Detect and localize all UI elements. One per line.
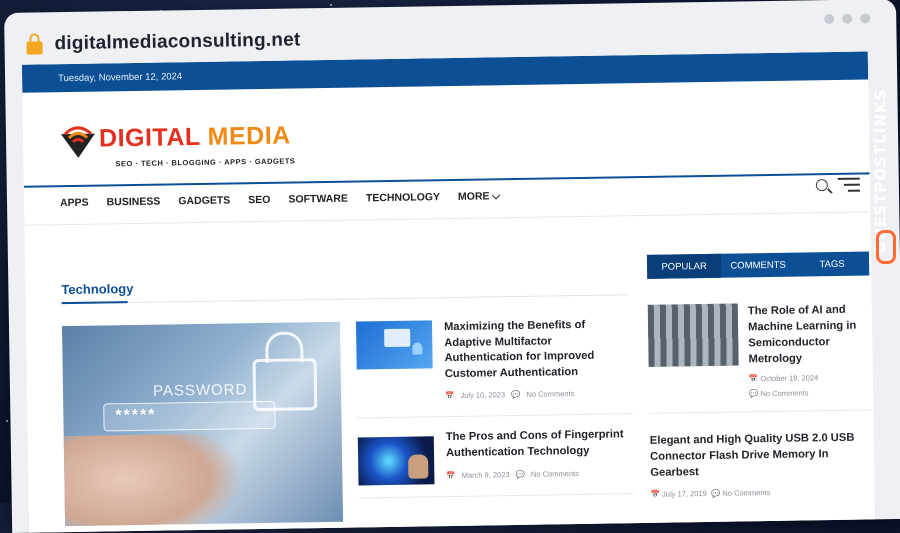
comment-icon: 💬 xyxy=(515,469,526,480)
calendar-icon: 📅 xyxy=(650,489,661,499)
article-title[interactable]: Maximizing the Benefits of Adaptive Mult… xyxy=(444,317,633,382)
sidebar-post-date[interactable]: July 17, 2019 xyxy=(662,489,707,499)
logo-word1: DIGITAL xyxy=(98,122,201,153)
sidebar-post-meta: 📅 October 18, 2024 💬 No Comments xyxy=(749,370,819,401)
hero-password-label: PASSWORD xyxy=(152,381,248,400)
tab-comments[interactable]: COMMENTS xyxy=(721,253,795,278)
link-icon xyxy=(876,230,896,264)
nav-item-business[interactable]: BUSINESS xyxy=(107,196,161,209)
article-separator xyxy=(357,413,633,419)
hero-masked-text: ***** xyxy=(115,406,157,425)
article-separator xyxy=(358,493,634,499)
nav-item-software[interactable]: SOFTWARE xyxy=(288,193,348,206)
nav-item-seo[interactable]: SEO xyxy=(248,194,270,206)
search-icon[interactable] xyxy=(815,179,828,192)
sidebar-post-comments[interactable]: No Comments xyxy=(722,488,770,498)
article-card[interactable]: Maximizing the Benefits of Adaptive Mult… xyxy=(355,317,633,419)
padlock-icon xyxy=(252,358,318,412)
site-logo[interactable]: DIGITAL MEDIA xyxy=(99,122,291,154)
window-dot[interactable] xyxy=(824,13,835,25)
article-title[interactable]: The Pros and Cons of Fingerprint Authent… xyxy=(446,427,634,461)
sidebar-post[interactable]: The Role of AI and Machine Learning in S… xyxy=(647,301,872,414)
section-title[interactable]: Technology xyxy=(61,281,133,297)
comment-icon: 💬 xyxy=(511,389,521,400)
section-rule xyxy=(61,294,628,305)
article-meta: 📅 March 9, 2023 💬 No Comments xyxy=(446,469,579,480)
watermark-text: GUESTPOSTLINKS xyxy=(871,88,890,254)
lock-icon xyxy=(26,41,43,55)
article-thumbnail[interactable] xyxy=(357,436,435,486)
article-date[interactable]: July 10, 2023 xyxy=(460,390,505,400)
comment-icon: 💬 xyxy=(710,488,721,498)
window-dot[interactable] xyxy=(860,13,871,24)
main-nav: APPS BUSINESS GADGETS SEO SOFTWARE TECHN… xyxy=(60,190,501,209)
article-meta: 📅 July 10, 2023 💬 No Comments xyxy=(445,389,574,400)
logo-tagline: SEO · TECH · BLOGGING · APPS · GADGETS xyxy=(115,156,296,169)
tab-tags[interactable]: TAGS xyxy=(795,251,869,276)
article-comments[interactable]: No Comments xyxy=(526,389,574,399)
article-comments[interactable]: No Comments xyxy=(531,469,579,479)
nav-item-apps[interactable]: APPS xyxy=(60,197,89,209)
sidebar-separator xyxy=(649,409,872,414)
logo-word2: MEDIA xyxy=(207,121,291,151)
web-page: Tuesday, November 12, 2024 DIGITAL MEDIA… xyxy=(21,51,876,533)
menu-icon[interactable] xyxy=(837,177,860,196)
browser-window: digitalmediaconsulting.net Tuesday, Nove… xyxy=(4,0,900,533)
nav-shadow xyxy=(24,211,871,226)
sidebar-post-date[interactable]: October 18, 2024 xyxy=(760,373,818,383)
hand-image xyxy=(61,433,246,527)
article-date[interactable]: March 9, 2023 xyxy=(462,470,510,480)
article-thumbnail[interactable] xyxy=(355,320,433,370)
hero-image[interactable]: PASSWORD ***** xyxy=(61,321,344,527)
nav-item-gadgets[interactable]: GADGETS xyxy=(178,194,230,207)
comment-icon: 💬 xyxy=(749,389,759,399)
nav-item-technology[interactable]: TECHNOLOGY xyxy=(366,191,440,204)
calendar-icon: 📅 xyxy=(445,390,455,401)
sidebar-tabs: POPULAR COMMENTS TAGS xyxy=(646,251,870,279)
logo-mark-icon[interactable] xyxy=(59,124,98,163)
sidebar-post-thumbnail[interactable] xyxy=(647,303,739,367)
sidebar-post[interactable]: Elegant and High Quality USB 2.0 USB Con… xyxy=(650,429,872,499)
sidebar-post-meta: 📅 July 17, 2019 💬 No Comments xyxy=(651,485,771,502)
window-controls xyxy=(824,13,871,25)
sidebar-post-title[interactable]: The Role of AI and Machine Learning in S… xyxy=(748,301,871,367)
calendar-icon: 📅 xyxy=(446,470,456,481)
sidebar-post-comments[interactable]: No Comments xyxy=(760,388,808,398)
sidebar-post-title[interactable]: Elegant and High Quality USB 2.0 USB Con… xyxy=(650,429,873,480)
url-text[interactable]: digitalmediaconsulting.net xyxy=(54,29,300,55)
tab-popular[interactable]: POPULAR xyxy=(646,253,722,279)
window-dot[interactable] xyxy=(842,13,853,24)
calendar-icon: 📅 xyxy=(748,374,759,384)
nav-more-label: MORE xyxy=(457,190,490,203)
nav-item-more[interactable]: MORE xyxy=(457,190,501,203)
header: DIGITAL MEDIA SEO · TECH · BLOGGING · AP… xyxy=(22,79,869,184)
section-underline xyxy=(61,301,128,305)
chevron-down-icon xyxy=(492,190,501,200)
article-card[interactable]: The Pros and Cons of Fingerprint Authent… xyxy=(357,427,634,499)
current-date: Tuesday, November 12, 2024 xyxy=(57,70,183,84)
